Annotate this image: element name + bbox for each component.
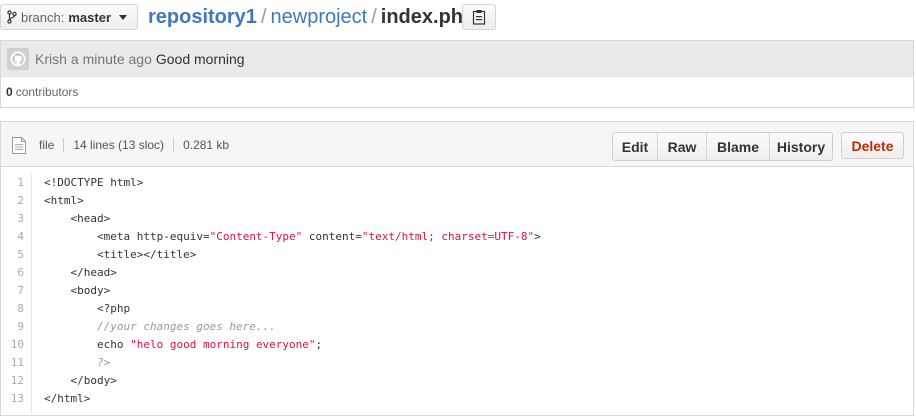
code-token: <html>	[44, 194, 84, 207]
octocat-icon	[10, 51, 26, 66]
divider	[173, 138, 175, 152]
divider	[63, 138, 65, 152]
clipboard-icon	[472, 10, 486, 25]
file-size: 0.281 kb	[183, 138, 230, 152]
code-line: ?>	[44, 354, 541, 372]
code-line: <body>	[44, 282, 541, 300]
file-box: file 14 lines (13 sloc) 0.281 kb Edit Ra…	[0, 121, 914, 416]
breadcrumb-separator: /	[371, 6, 377, 28]
line-number[interactable]: 6	[1, 264, 31, 282]
code-token: ?>	[96, 356, 111, 369]
line-number[interactable]: 13	[1, 390, 31, 408]
code-line: //your changes goes here...	[44, 318, 541, 336]
breadcrumb: repository1/newproject / index.php	[148, 5, 475, 29]
code-token: ;	[315, 338, 323, 351]
contributors-count: 0	[6, 85, 13, 99]
code-token: <head>	[70, 212, 111, 225]
branch-selector-button[interactable]: branch: master	[0, 4, 138, 30]
code-token: "helo good morning everyone"	[130, 338, 316, 351]
code-token: </html>	[44, 392, 91, 405]
latest-commit-bar: Krish a minute ago Good morning	[0, 40, 914, 76]
code-token: "Content-Type"	[209, 230, 303, 243]
line-number[interactable]: 11	[1, 354, 31, 372]
commit-author[interactable]: Krish	[35, 51, 67, 67]
line-number[interactable]: 1	[1, 174, 31, 192]
code-token: <?php	[96, 302, 131, 315]
contributors-bar: 0 contributors	[0, 76, 914, 108]
code-line: <title></title>	[44, 246, 541, 264]
file-text-icon	[12, 137, 26, 154]
copy-path-button[interactable]	[462, 4, 496, 30]
line-number-gutter: 1 2 3 4 5 6 7 8 9 10 11 12 13	[1, 174, 32, 414]
chevron-down-icon	[119, 14, 128, 20]
breadcrumb-dir-link[interactable]: newproject	[271, 6, 368, 28]
code-line: </head>	[44, 264, 541, 282]
code-line: </body>	[44, 372, 541, 390]
branch-icon	[7, 10, 17, 24]
file-lines: 14 lines (13 sloc)	[73, 138, 165, 152]
contributors-label: contributors	[15, 85, 79, 99]
code-token: echo	[96, 338, 131, 351]
commit-message[interactable]: Good morning	[156, 51, 245, 67]
code-lines: <!DOCTYPE html> <html> <head> <meta http-…	[44, 174, 541, 408]
code-token: >	[534, 230, 541, 243]
code-token: <!DOCTYPE html>	[44, 176, 144, 189]
line-number[interactable]: 2	[1, 192, 31, 210]
code-token: <meta http-equiv=	[96, 230, 210, 243]
avatar[interactable]	[7, 47, 29, 70]
code-token: </body>	[70, 374, 117, 387]
top-bar: branch: master repository1/newproject / in…	[0, 0, 916, 36]
delete-button[interactable]: Delete	[841, 132, 904, 159]
blame-button[interactable]: Blame	[707, 133, 770, 160]
code-line: echo "helo good morning everyone";	[44, 336, 541, 354]
line-number[interactable]: 3	[1, 210, 31, 228]
line-number[interactable]: 4	[1, 228, 31, 246]
code-line: <meta http-equiv="Content-Type" content=…	[44, 228, 541, 246]
breadcrumb-separator: /	[260, 6, 267, 28]
branch-label: branch:	[21, 9, 65, 25]
history-button[interactable]: History	[770, 133, 832, 160]
line-number[interactable]: 9	[1, 318, 31, 336]
branch-name: master	[68, 9, 112, 25]
line-number[interactable]: 8	[1, 300, 31, 318]
breadcrumb-repo-link[interactable]: repository1	[148, 6, 257, 28]
raw-button[interactable]: Raw	[658, 133, 707, 160]
code-line: <!DOCTYPE html>	[44, 174, 541, 192]
commit-time: a minute ago	[70, 50, 152, 67]
line-number[interactable]: 7	[1, 282, 31, 300]
line-number[interactable]: 5	[1, 246, 31, 264]
line-number[interactable]: 12	[1, 372, 31, 390]
code-token: //your changes goes here...	[96, 320, 276, 333]
edit-button[interactable]: Edit	[613, 133, 658, 160]
code-line: </html>	[44, 390, 541, 408]
code-token: </head>	[70, 266, 117, 279]
code-line: <?php	[44, 300, 541, 318]
code-token: <title></title>	[96, 248, 197, 261]
file-actions-group: Edit Raw Blame History	[612, 132, 833, 161]
code-token: content=	[302, 230, 362, 243]
line-number[interactable]: 10	[1, 336, 31, 354]
code-line: <head>	[44, 210, 541, 228]
code-token: "text/html; charset=UTF-8"	[361, 230, 535, 243]
file-header: file 14 lines (13 sloc) 0.281 kb Edit Ra…	[1, 122, 913, 167]
file-type: file	[39, 138, 55, 152]
file-info: file 14 lines (13 sloc) 0.281 kb	[39, 138, 229, 152]
code-line: <html>	[44, 192, 541, 210]
code-token: <body>	[70, 284, 111, 297]
